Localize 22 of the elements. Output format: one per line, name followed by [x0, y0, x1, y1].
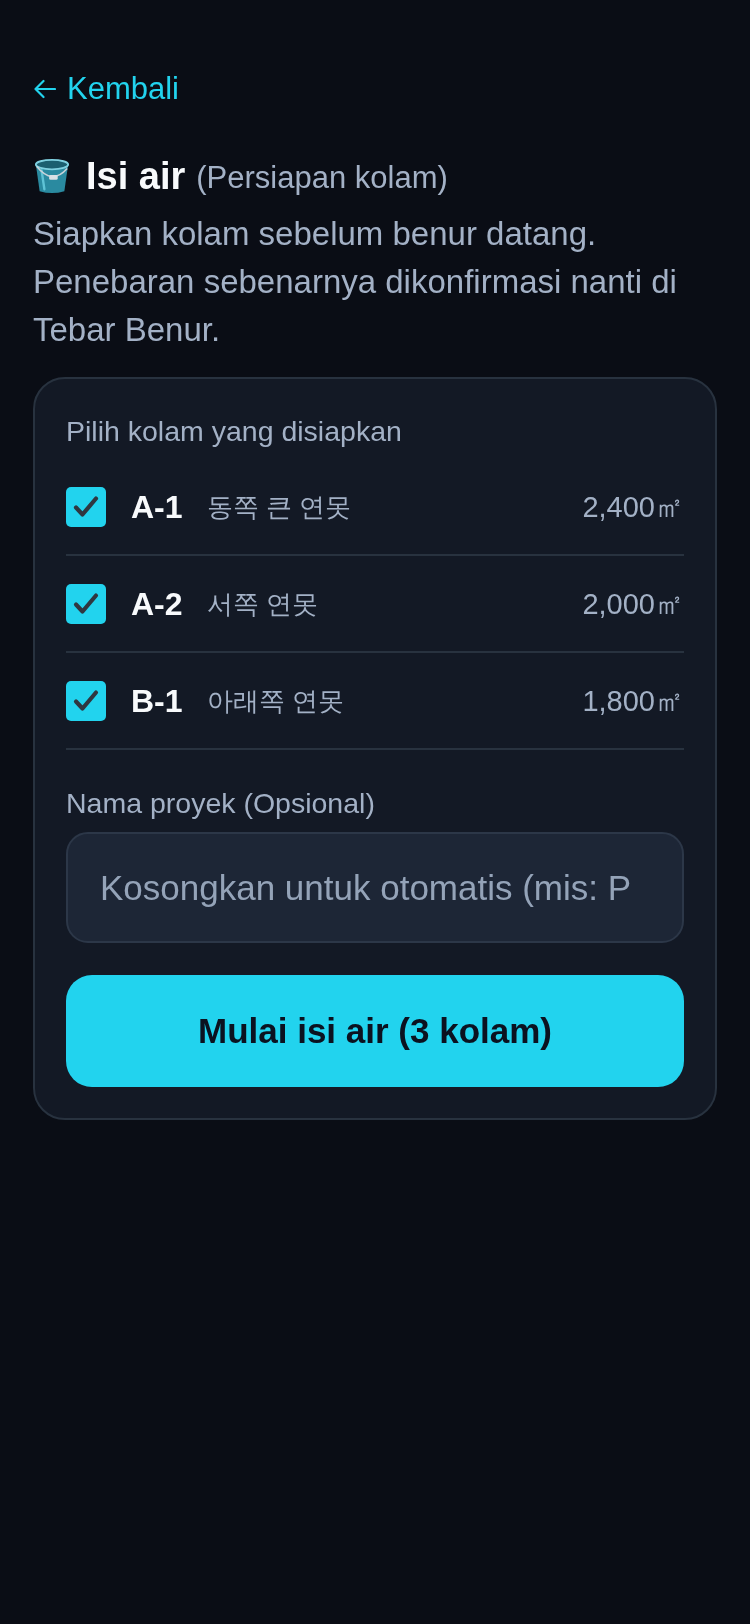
pond-name: 아래쪽 연못 — [206, 684, 344, 718]
project-name-input[interactable]: Kosongkan untuk otomatis (mis: P — [66, 832, 684, 943]
page-title: Isi air — [86, 154, 186, 198]
pond-code: A-2 — [131, 585, 183, 622]
section-label: Pilih kolam yang disiapkan — [66, 415, 403, 447]
pond-code: A-1 — [131, 488, 183, 525]
pond-name: 서쪽 연못 — [206, 587, 318, 621]
pond-code: B-1 — [131, 682, 183, 719]
field-label: Nama proyek (Opsional) — [66, 787, 376, 819]
pond-name: 동쪽 큰 연못 — [206, 490, 351, 524]
checkbox[interactable] — [66, 486, 106, 527]
arrow-left-icon — [33, 79, 56, 99]
checkbox[interactable] — [66, 583, 106, 624]
pond-area: 2,000㎡ — [582, 585, 684, 622]
page-subtitle: (Persiapan kolam) — [196, 159, 448, 197]
checkbox[interactable] — [66, 680, 106, 721]
pond-area: 1,800㎡ — [582, 682, 684, 719]
back-link[interactable]: Kembali — [33, 71, 179, 107]
start-filling-button[interactable]: Mulai isi air (3 kolam) — [66, 975, 684, 1087]
pond-area: 2,400㎡ — [582, 488, 684, 525]
page-description: Siapkan kolam sebelum benur datang. Penebaran sebenarnya dikonfirmasi nanti di Tebar Benur. — [33, 214, 678, 350]
bucket-icon — [33, 157, 71, 195]
